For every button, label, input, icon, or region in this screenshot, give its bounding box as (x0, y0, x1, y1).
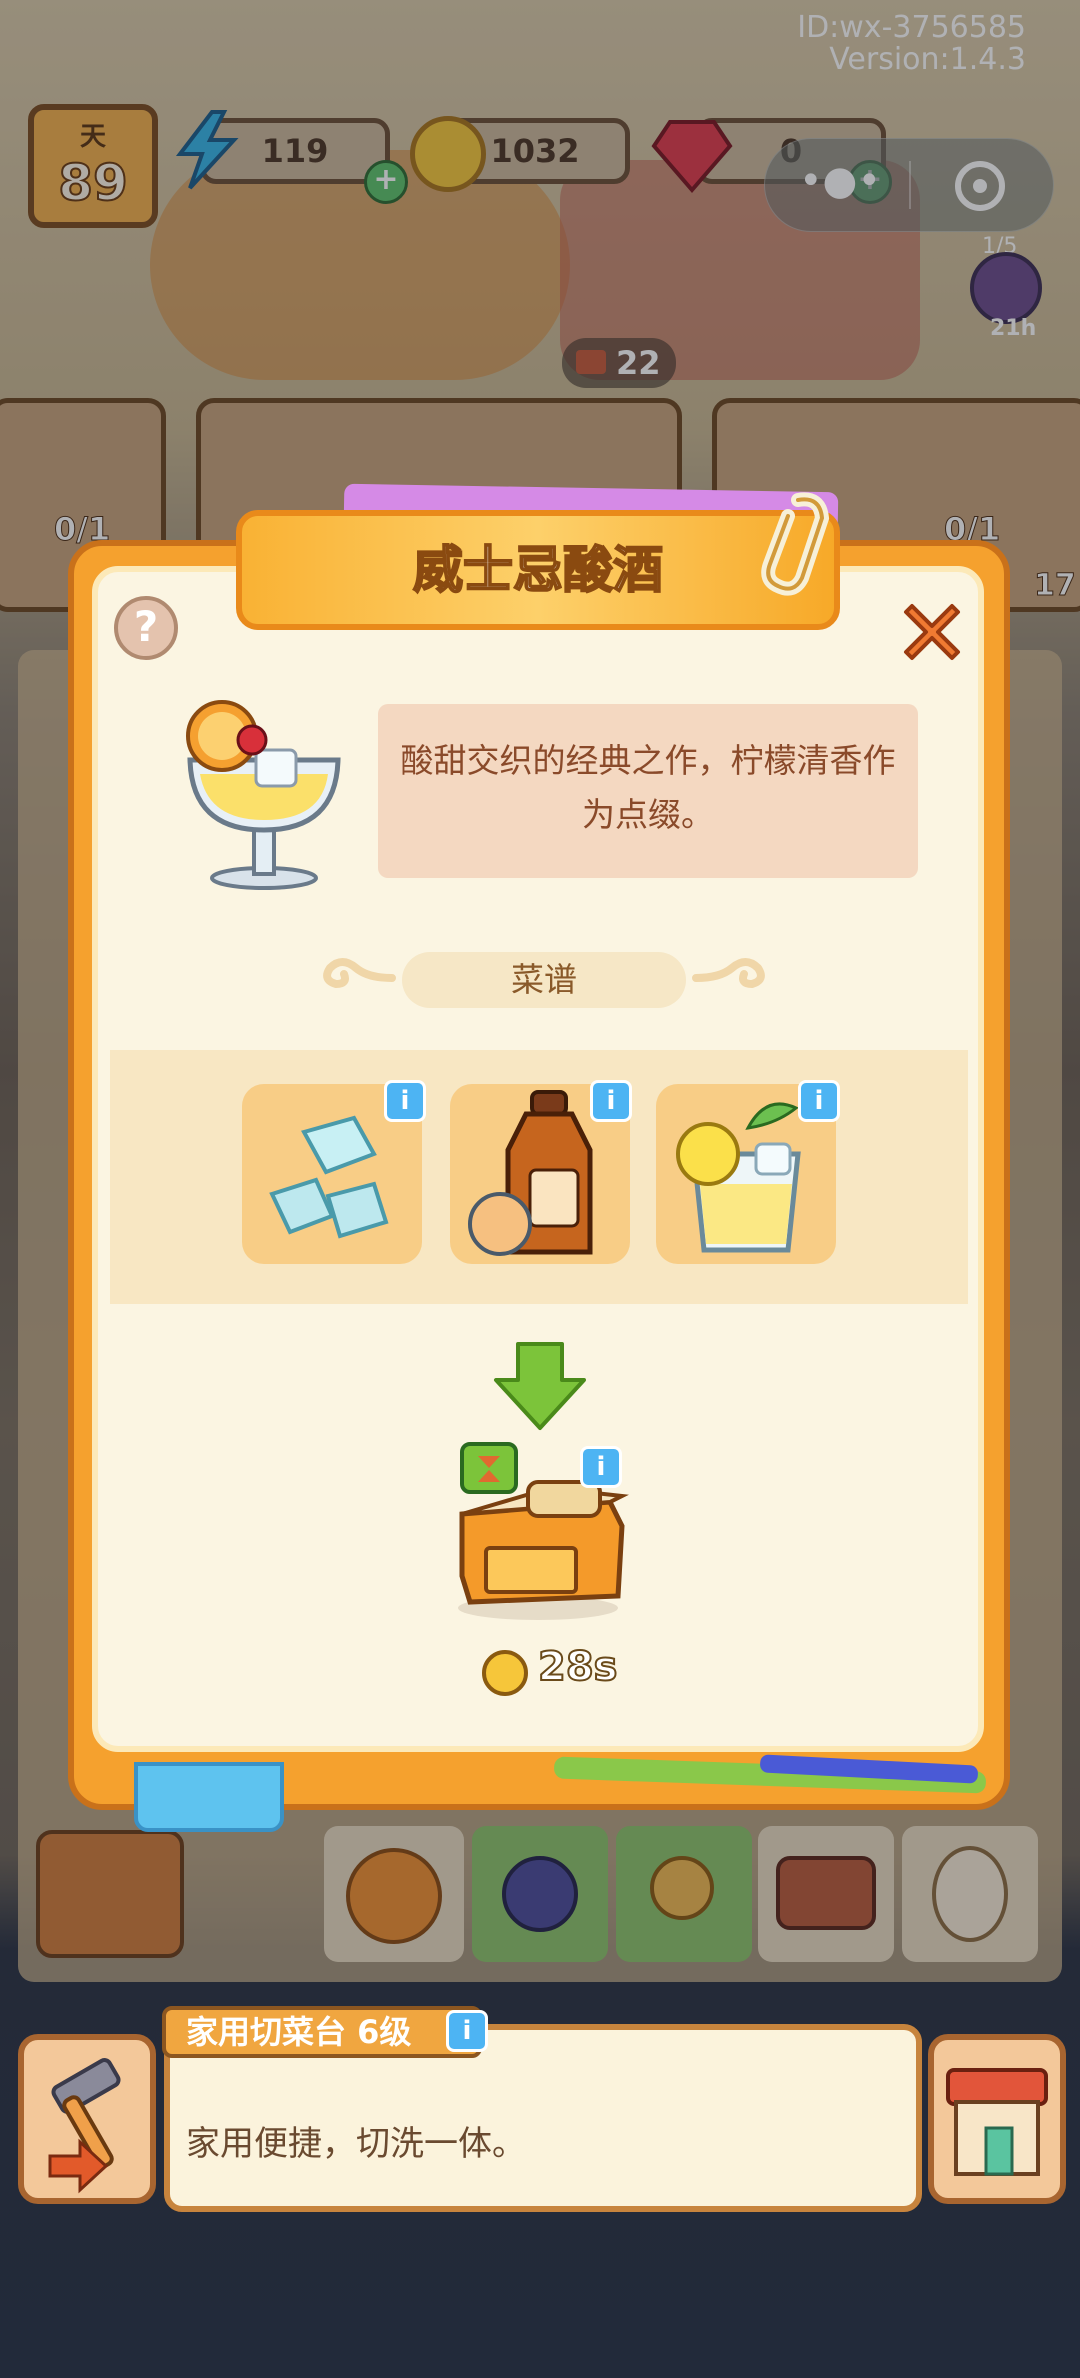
item-description: 家用便捷，切洗一体。 (186, 2124, 526, 2164)
close-icon (904, 604, 960, 660)
paperclip-icon (761, 492, 830, 596)
close-button[interactable] (896, 596, 968, 668)
item-info-button[interactable]: i (446, 2010, 488, 2052)
ingredient-info-button[interactable]: i (590, 1080, 632, 1122)
recipe-description: 酸甜交织的经典之作，柠檬清香作为点缀。 (400, 741, 896, 834)
help-icon: ? (133, 602, 159, 651)
right-swirl-decoration (692, 958, 765, 989)
blue-tab-decoration (134, 1762, 284, 1832)
shop-icon (946, 2068, 1048, 2176)
ingredient-info-button[interactable]: i (384, 1080, 426, 1122)
item-name: 家用切菜台 6级 (186, 2013, 412, 2051)
tools-button[interactable] (18, 2034, 156, 2204)
cook-time: 28s (537, 1643, 618, 1691)
stopwatch-icon (482, 1650, 528, 1696)
shop-button[interactable] (928, 2034, 1066, 2204)
whiskey-sour-icon (186, 700, 341, 890)
left-swirl-decoration (323, 958, 396, 989)
help-button[interactable]: ? (114, 596, 178, 660)
hammer-icon (48, 2058, 121, 2194)
station-info-button[interactable]: i (580, 1446, 622, 1488)
down-arrow-icon (494, 1342, 586, 1430)
ingredient-info-button[interactable]: i (798, 1080, 840, 1122)
item-name-tag: 家用切菜台 6级 (162, 2006, 482, 2058)
recipe-label: 菜谱 (402, 952, 686, 1008)
